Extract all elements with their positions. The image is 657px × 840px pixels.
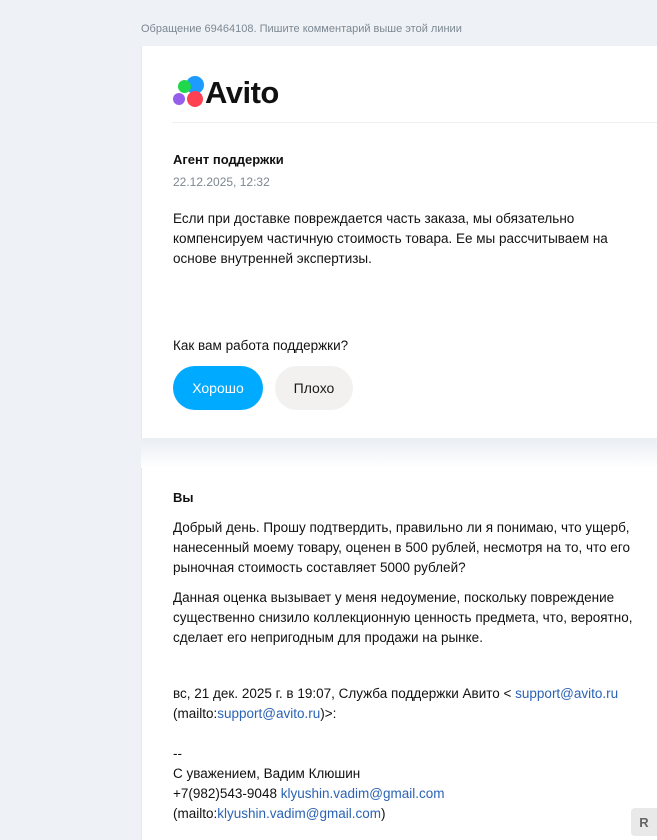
- agent-message-date: 22.12.2025, 12:32: [173, 175, 270, 189]
- ticket-reply-line: Обращение 69464108. Пишите комментарий в…: [141, 23, 462, 35]
- quote-mailto-suffix: )>:: [320, 706, 337, 721]
- signature-mailto-link[interactable]: klyushin.vadim@gmail.com: [217, 806, 381, 821]
- quote-prefix: вс, 21 дек. 2025 г. в 19:07, Служба подд…: [173, 686, 516, 701]
- reply-sender: Вы: [173, 490, 194, 505]
- logo-dot-green: [178, 80, 191, 93]
- rating-question: Как вам работа поддержки?: [173, 338, 349, 353]
- avito-logo: Avito: [172, 75, 312, 116]
- quoted-header: вс, 21 дек. 2025 г. в 19:07, Служба подд…: [173, 684, 655, 724]
- agent-message-card: Avito Агент поддержки 22.12.2025, 12:32 …: [141, 46, 657, 444]
- agent-message-text: Если при доставке повреждается часть зак…: [173, 209, 643, 269]
- signature: -- С уважением, Вадим Клюшин +7(982)543-…: [173, 744, 655, 824]
- rate-bad-button[interactable]: Плохо: [275, 366, 353, 410]
- rate-good-button[interactable]: Хорошо: [173, 366, 263, 410]
- agent-message-paragraph: Если при доставке повреждается часть зак…: [173, 211, 608, 266]
- logo-text: Avito: [205, 75, 279, 110]
- signature-regards: С уважением, Вадим Клюшин: [173, 766, 361, 781]
- support-mailto-link[interactable]: support@avito.ru: [217, 706, 320, 721]
- card-separator: [141, 438, 657, 468]
- logo-dot-red: [187, 91, 203, 107]
- logo-dot-purple: [173, 93, 185, 105]
- signature-dashes: --: [173, 746, 182, 761]
- reply-body: Добрый день. Прошу подтвердить, правильн…: [173, 518, 655, 658]
- corner-app-badge[interactable]: R: [631, 808, 657, 836]
- agent-sender: Агент поддержки: [173, 152, 284, 167]
- left-gutter: [0, 0, 141, 840]
- user-reply-card: Вы Добрый день. Прошу подтвердить, прави…: [141, 468, 657, 840]
- avito-logo-icon: [172, 76, 206, 110]
- header-divider: [172, 122, 657, 123]
- signature-email-link[interactable]: klyushin.vadim@gmail.com: [281, 786, 445, 801]
- signature-phone: +7(982)543-9048: [173, 786, 281, 801]
- signature-mailto-prefix: (mailto:: [173, 806, 218, 821]
- support-email-link[interactable]: support@avito.ru: [515, 686, 618, 701]
- reply-paragraph-1: Добрый день. Прошу подтвердить, правильн…: [173, 520, 630, 575]
- quote-mailto-prefix: (mailto:: [173, 706, 218, 721]
- signature-mailto-suffix: ): [381, 806, 386, 821]
- reply-paragraph-2: Данная оценка вызывает у меня недоумение…: [173, 590, 633, 645]
